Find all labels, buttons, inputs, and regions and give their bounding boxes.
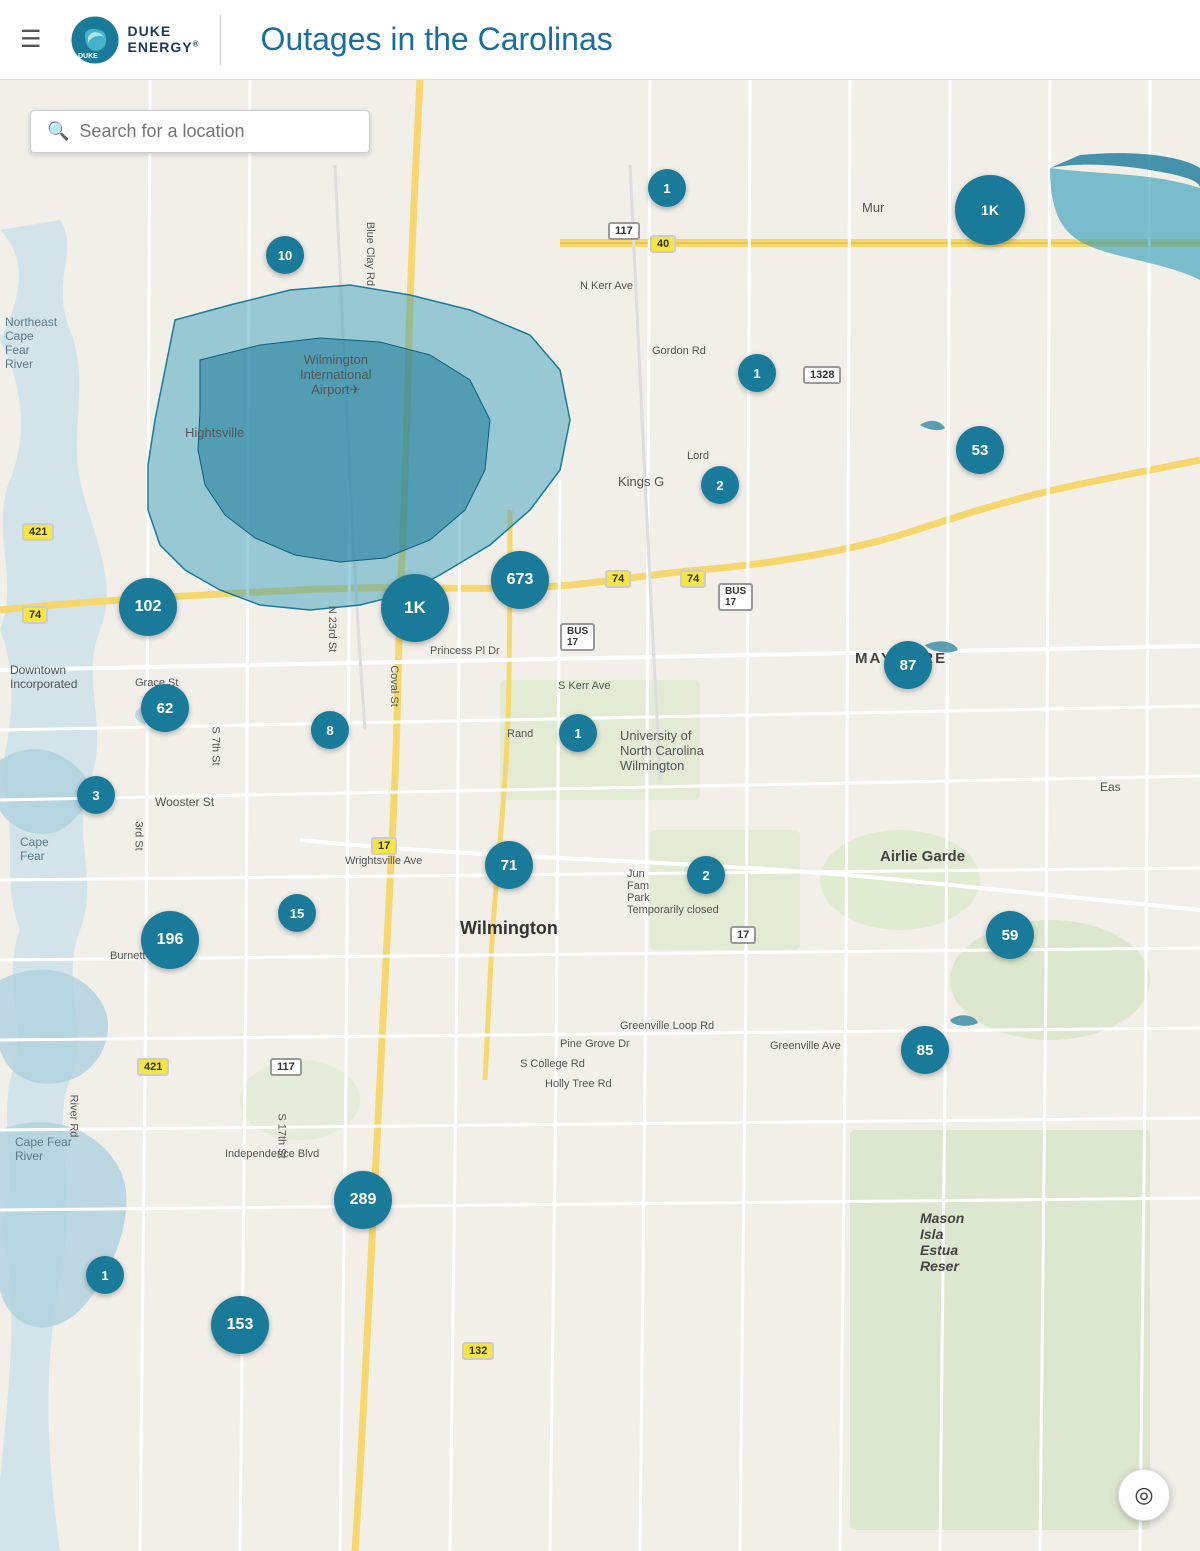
marker-m1_r[interactable]: 1: [738, 354, 776, 392]
marker-m53[interactable]: 53: [956, 426, 1004, 474]
marker-m289[interactable]: 289: [334, 1171, 392, 1229]
badge-40: 40: [650, 235, 676, 253]
page-title: Outages in the Carolinas: [261, 21, 613, 58]
badge-117: 117: [608, 222, 640, 240]
marker-m87[interactable]: 87: [884, 641, 932, 689]
hamburger-icon[interactable]: ☰: [20, 25, 42, 54]
badge-1328: 1328: [803, 366, 841, 384]
app-header: ☰ DUKE DUKE ENERGY® Outages in the Carol…: [0, 0, 1200, 80]
map-background-svg: [0, 80, 1200, 1551]
marker-m1k[interactable]: 1K: [381, 574, 449, 642]
marker-m196[interactable]: 196: [141, 911, 199, 969]
badge-132: 132: [462, 1342, 494, 1360]
marker-m15[interactable]: 15: [278, 894, 316, 932]
marker-m2_j[interactable]: 2: [687, 856, 725, 894]
marker-m8[interactable]: 8: [311, 711, 349, 749]
marker-m59[interactable]: 59: [986, 911, 1034, 959]
marker-m2_k[interactable]: 2: [701, 466, 739, 504]
badge-17: 17: [371, 837, 397, 855]
badge-421b: 421: [137, 1058, 169, 1076]
logo-text-energy: ENERGY®: [128, 40, 200, 55]
marker-m153[interactable]: 153: [211, 1296, 269, 1354]
badge-421a: 421: [22, 523, 54, 541]
badge-74c: 74: [22, 606, 48, 624]
search-input[interactable]: [79, 121, 353, 142]
marker-m1_b[interactable]: 1: [86, 1256, 124, 1294]
badge-74b: 74: [680, 570, 706, 588]
search-icon: 🔍: [47, 121, 69, 142]
marker-m1[interactable]: 1: [648, 169, 686, 207]
marker-m3[interactable]: 3: [77, 776, 115, 814]
marker-m1k_top[interactable]: 1K: [955, 175, 1025, 245]
svg-text:DUKE: DUKE: [78, 53, 98, 60]
logo-text-duke: DUKE: [128, 24, 200, 39]
marker-m102[interactable]: 102: [119, 578, 177, 636]
marker-m85[interactable]: 85: [901, 1026, 949, 1074]
marker-m62[interactable]: 62: [141, 684, 189, 732]
duke-energy-logo: DUKE: [70, 15, 120, 65]
badge-17d: 17: [730, 926, 756, 944]
location-button[interactable]: ◎: [1118, 1469, 1170, 1521]
map-container: 🔍 NortheastCapeFearRiver Hightsville Wil…: [0, 80, 1200, 1551]
marker-m10[interactable]: 10: [266, 236, 304, 274]
logo-area: DUKE DUKE ENERGY®: [70, 15, 221, 65]
badge-bus17b: BUS17: [718, 583, 753, 611]
location-icon: ◎: [1134, 1482, 1153, 1508]
marker-m673[interactable]: 673: [491, 551, 549, 609]
marker-m71[interactable]: 71: [485, 841, 533, 889]
badge-117b: 117: [270, 1058, 302, 1076]
search-box[interactable]: 🔍: [30, 110, 370, 153]
marker-m1_c[interactable]: 1: [559, 714, 597, 752]
badge-74a: 74: [605, 570, 631, 588]
badge-bus17: BUS17: [560, 623, 595, 651]
